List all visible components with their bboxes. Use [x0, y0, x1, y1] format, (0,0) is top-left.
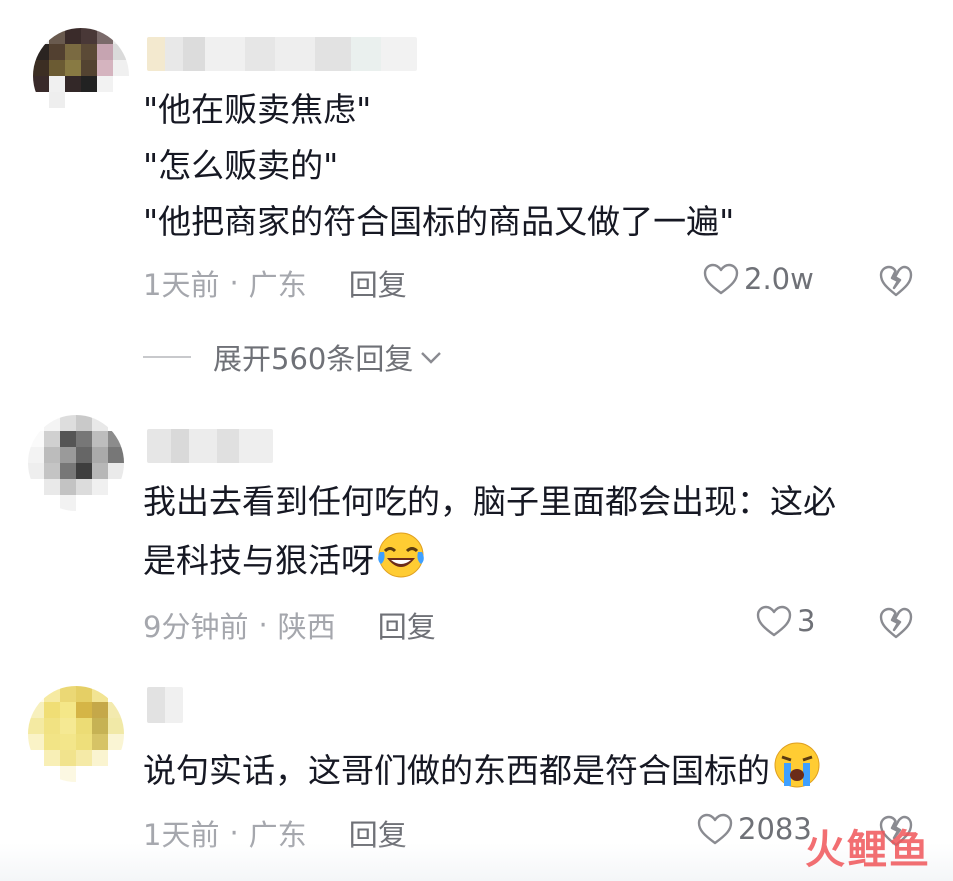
avatar[interactable] — [33, 28, 129, 124]
expand-label: 展开560条回复 — [213, 342, 414, 376]
reply-button[interactable]: 回复 — [349, 262, 407, 304]
comment-meta: 9分钟前 · 陕西 回复 — [143, 604, 436, 646]
comment-text: "他在贩卖焦虑" "怎么贩卖的" "他把商家的符合国标的商品又做了一遍" — [143, 82, 734, 250]
comment-line: "他把商家的符合国标的商品又做了一遍" — [143, 202, 735, 241]
reply-button[interactable]: 回复 — [378, 604, 436, 646]
dislike-button[interactable] — [878, 264, 914, 302]
like-count: 2.0w — [744, 262, 814, 296]
crying-emoji-icon — [774, 742, 820, 788]
comment-line-text: 是科技与狠活呀 — [143, 541, 374, 580]
avatar[interactable] — [28, 686, 124, 782]
username-blurred[interactable] — [147, 687, 183, 723]
like-button[interactable]: 3 — [755, 604, 815, 638]
broken-heart-icon — [879, 265, 913, 297]
heart-icon — [703, 263, 739, 295]
heart-icon — [756, 605, 792, 637]
comment-time: 1天前 — [143, 268, 220, 302]
like-count: 3 — [797, 604, 816, 638]
expand-replies-button[interactable]: 展开560条回复 — [143, 336, 445, 378]
chevron-down-icon — [421, 352, 442, 364]
comment-line: "他在贩卖焦虑" — [143, 90, 372, 129]
comment-location: 陕西 — [277, 610, 336, 644]
avatar[interactable] — [28, 415, 124, 511]
username-blurred[interactable] — [147, 429, 273, 463]
comment-time: 9分钟前 — [143, 610, 249, 644]
separator: · — [258, 608, 268, 642]
laughing-crying-emoji-icon — [378, 532, 424, 578]
comment-location: 广东 — [248, 268, 307, 302]
like-button[interactable]: 2083 — [696, 812, 812, 846]
separator: · — [229, 266, 239, 300]
username-blurred[interactable] — [147, 37, 417, 71]
like-button[interactable]: 2.0w — [702, 262, 814, 296]
comment-line: 说句实话，这哥们做的东西都是符合国标的 — [143, 740, 822, 799]
comment-line: "怎么贩卖的" — [143, 146, 339, 185]
like-count: 2083 — [738, 812, 812, 846]
heart-icon — [697, 813, 733, 845]
watermark: 火鲤鱼 — [805, 827, 931, 873]
dislike-button[interactable] — [878, 606, 914, 644]
comment-line: 我出去看到任何吃的，脑子里面都会出现：这必 — [143, 482, 836, 521]
comment-text: 我出去看到任何吃的，脑子里面都会出现：这必 是科技与狠活呀 — [143, 474, 836, 589]
comment-meta: 1天前 · 广东 回复 — [143, 262, 407, 304]
comment-line: 是科技与狠活呀 — [143, 530, 836, 589]
comment-line-text: 说句实话，这哥们做的东西都是符合国标的 — [143, 751, 770, 790]
comment-text: 说句实话，这哥们做的东西都是符合国标的 — [143, 740, 822, 799]
broken-heart-icon — [879, 607, 913, 639]
divider-line — [143, 356, 191, 358]
